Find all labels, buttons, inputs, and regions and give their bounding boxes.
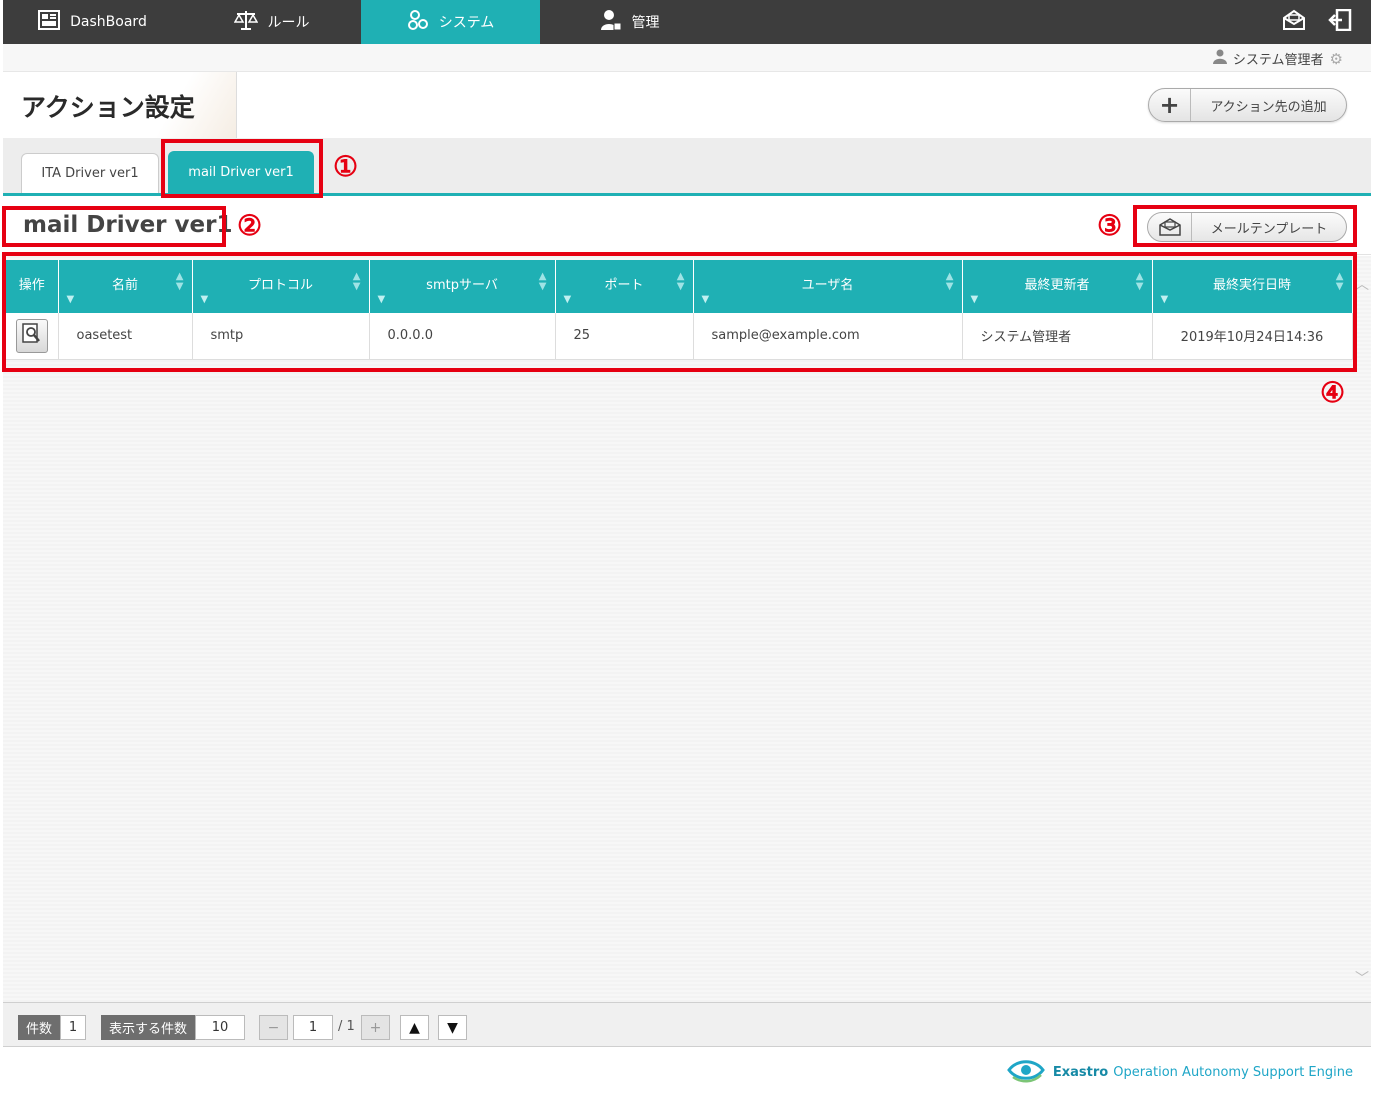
add-action-button[interactable]: + アクション先の追加 xyxy=(1148,88,1347,122)
sort-icon: ▲ ▼ xyxy=(175,271,184,292)
section-title: mail Driver ver1 xyxy=(23,212,233,238)
page-next-button[interactable]: + xyxy=(361,1015,390,1040)
app-frame: DashBoard ルール システム 管理 システム管理者 ⚙ アクション設定 … xyxy=(2,0,1371,1093)
magnifier-icon xyxy=(22,323,42,349)
sort-icon: ▲ ▼ xyxy=(352,271,361,292)
nav-rule-label: ルール xyxy=(267,15,310,31)
mail-template-button[interactable]: メールテンプレート xyxy=(1147,212,1347,242)
filter-icon: ▼ xyxy=(66,294,75,305)
mail-template-label: メールテンプレート xyxy=(1210,221,1328,237)
sort-icon: ▲ ▼ xyxy=(676,271,685,292)
page-title: アクション設定 xyxy=(21,93,195,122)
scroll-top-button[interactable]: ▲ xyxy=(400,1015,429,1040)
add-action-label: アクション先の追加 xyxy=(1210,99,1327,115)
brand-footer: Exastro Operation Autonomy Support Engin… xyxy=(1007,1057,1353,1087)
mail-button[interactable] xyxy=(1280,8,1308,36)
per-page: 表示する件数 10 xyxy=(101,1015,246,1040)
cell-port: 25 xyxy=(555,313,694,360)
mail-template-icon xyxy=(1148,213,1192,241)
filter-icon: ▼ xyxy=(563,294,572,305)
logout-icon xyxy=(1328,8,1352,35)
tab-ita-driver[interactable]: ITA Driver ver1 xyxy=(21,153,159,193)
col-header-last-run[interactable]: 最終実行日時 ▼ ▲ ▼ xyxy=(1152,260,1353,313)
brand-name: Exastro xyxy=(1052,1064,1109,1080)
col-header-updater[interactable]: 最終更新者 ▼ ▲ ▼ xyxy=(962,260,1153,313)
user-menu[interactable]: システム管理者 ⚙ xyxy=(1212,49,1343,68)
col-header-smtp-server[interactable]: smtpサーバ ▼ ▲ ▼ xyxy=(369,260,556,313)
filter-icon: ▼ xyxy=(377,294,386,305)
user-name: システム管理者 xyxy=(1232,53,1324,68)
section-header: mail Driver ver1 メールテンプレート xyxy=(3,199,1371,255)
filter-icon: ▼ xyxy=(701,294,710,305)
mail-icon xyxy=(1282,9,1306,35)
cell-server: 0.0.0.0 xyxy=(369,313,556,360)
record-count-label: 件数 xyxy=(18,1015,61,1040)
action-table: 操作 名前 ▼ ▲ ▼ プロトコル ▼ ▲ ▼ smtpサーバ ▼ ▲ ▼ ポート ▼ ▲ ▼ ユーザ名… xyxy=(6,260,1353,360)
dashboard-icon xyxy=(38,10,61,34)
sort-icon: ▲ ▼ xyxy=(1335,271,1344,292)
page-header: アクション設定 + アクション先の追加 xyxy=(3,72,1371,138)
record-count-value: 1 xyxy=(60,1015,87,1040)
per-page-input[interactable]: 10 xyxy=(195,1015,246,1040)
page-title-box: アクション設定 xyxy=(3,72,237,138)
brand-tagline: Operation Autonomy Support Engine xyxy=(1113,1064,1353,1080)
driver-tabs: ITA Driver ver1 mail Driver ver1 xyxy=(3,138,1371,196)
nav-dashboard[interactable]: DashBoard xyxy=(3,0,182,44)
tab-mail-driver[interactable]: mail Driver ver1 xyxy=(168,151,314,193)
scroll-up-icon[interactable]: ︿ xyxy=(1355,274,1369,294)
user-bar: システム管理者 ⚙ xyxy=(3,44,1371,72)
cell-updater: システム管理者 xyxy=(962,313,1153,360)
col-header-username[interactable]: ユーザ名 ▼ ▲ ▼ xyxy=(693,260,963,313)
user-icon xyxy=(1212,49,1227,68)
page-prev-button[interactable]: − xyxy=(259,1015,288,1040)
pager: 件数 1 表示する件数 10 − 1 / 1 + ▲ ▼ xyxy=(3,1002,1371,1047)
nav-system-label: システム xyxy=(438,15,495,31)
logout-button[interactable] xyxy=(1326,8,1354,36)
scale-icon xyxy=(233,9,258,35)
col-header-name[interactable]: 名前 ▼ ▲ ▼ xyxy=(58,260,193,313)
scroll-bottom-button[interactable]: ▼ xyxy=(438,1015,467,1040)
nav-admin-label: 管理 xyxy=(631,15,660,31)
gear-icon: ⚙ xyxy=(1329,49,1343,68)
top-nav: DashBoard ルール システム 管理 xyxy=(3,0,1371,44)
col-header-port[interactable]: ポート ▼ ▲ ▼ xyxy=(555,260,694,313)
filter-icon: ▼ xyxy=(1160,294,1169,305)
filter-icon: ▼ xyxy=(200,294,209,305)
grid-area: 操作 名前 ▼ ▲ ▼ プロトコル ▼ ▲ ▼ smtpサーバ ▼ ▲ ▼ ポート ▼ ▲ ▼ ユーザ名… xyxy=(3,256,1371,1002)
annotation-number-1: ① xyxy=(333,150,359,183)
col-header-protocol[interactable]: プロトコル ▼ ▲ ▼ xyxy=(192,260,370,313)
exastro-logo-icon xyxy=(1007,1057,1045,1087)
filter-icon: ▼ xyxy=(970,294,979,305)
nav-system[interactable]: システム xyxy=(361,0,540,44)
sort-icon: ▲ ▼ xyxy=(945,271,954,292)
annotation-number-4: ④ xyxy=(1320,376,1346,409)
col-header-ops: 操作 xyxy=(6,260,59,313)
system-gears-icon xyxy=(407,9,429,35)
table-header-row: 操作 名前 ▼ ▲ ▼ プロトコル ▼ ▲ ▼ smtpサーバ ▼ ▲ ▼ ポート ▼ ▲ ▼ ユーザ名… xyxy=(6,260,1353,313)
scroll-down-icon[interactable]: ﹀ xyxy=(1355,968,1369,988)
nav-rule[interactable]: ルール xyxy=(182,0,361,44)
nav-dashboard-label: DashBoard xyxy=(70,14,147,30)
plus-icon: + xyxy=(1149,89,1191,121)
per-page-label: 表示する件数 xyxy=(101,1015,196,1040)
record-count: 件数 1 xyxy=(18,1015,87,1040)
cell-user: sample@example.com xyxy=(693,313,963,360)
cell-name: oasetest xyxy=(58,313,193,360)
page-total: / 1 xyxy=(338,1019,355,1034)
sort-icon: ▲ ▼ xyxy=(538,271,547,292)
cell-last-run: 2019年10月24日14:36 xyxy=(1152,313,1353,360)
page-input[interactable]: 1 xyxy=(293,1015,333,1040)
annotation-number-3: ③ xyxy=(1097,209,1123,242)
nav-admin[interactable]: 管理 xyxy=(540,0,719,44)
detail-button[interactable] xyxy=(15,318,48,353)
admin-user-icon xyxy=(600,9,622,35)
cell-protocol: smtp xyxy=(192,313,370,360)
sort-icon: ▲ ▼ xyxy=(1135,271,1144,292)
table-row: oasetest smtp 0.0.0.0 25 sample@example.… xyxy=(6,313,1353,360)
annotation-number-2: ② xyxy=(237,209,263,242)
cell-ops xyxy=(6,313,59,360)
